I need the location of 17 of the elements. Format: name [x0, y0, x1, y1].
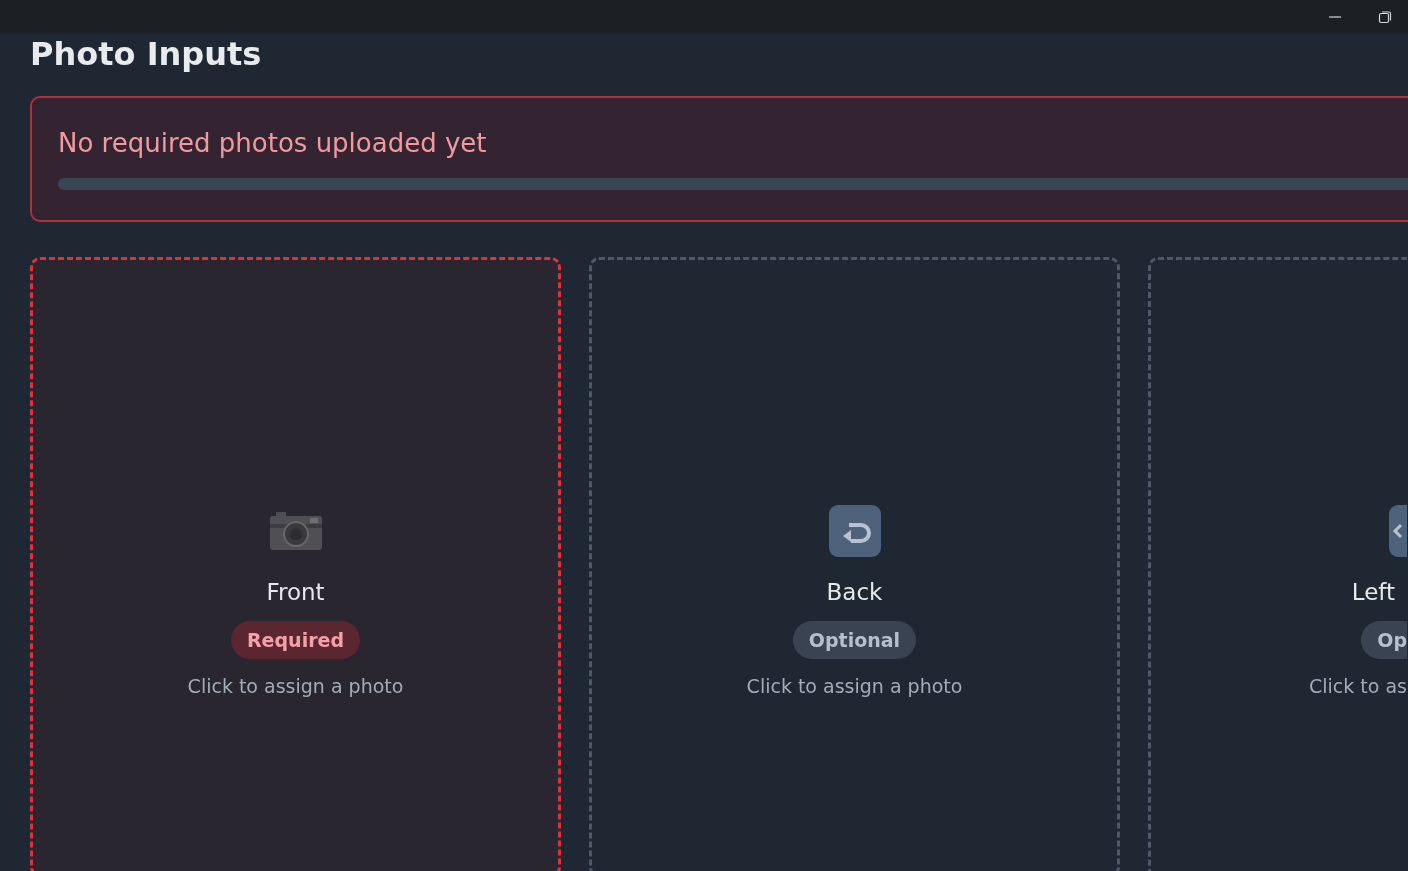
slot-hint: Click to assign a photo: [746, 675, 963, 697]
status-badge: Op: [1361, 621, 1407, 659]
slot-hint: Click to assign a photo: [187, 675, 404, 697]
slot-title: Front: [266, 579, 325, 605]
arrow-tile-icon: [1389, 505, 1407, 557]
slot-title: Back: [826, 579, 883, 605]
slot-title: Left: [1351, 579, 1395, 605]
photo-slot-card[interactable]: Back Optional Click to assign a photo: [589, 257, 1120, 871]
camera-icon: [269, 512, 322, 550]
photo-slot-card[interactable]: Front Required Click to assign a photo: [30, 257, 561, 871]
alert-message: No required photos uploaded yet: [58, 128, 487, 158]
status-badge: Optional: [792, 621, 917, 659]
status-badge: Required: [231, 621, 360, 659]
page-heading: Photo Inputs: [30, 34, 262, 74]
photo-slot-card[interactable]: Left Op Click to as: [1148, 257, 1407, 871]
slot-hint: Click to as: [1309, 675, 1407, 697]
restore-icon[interactable]: [1378, 10, 1392, 24]
